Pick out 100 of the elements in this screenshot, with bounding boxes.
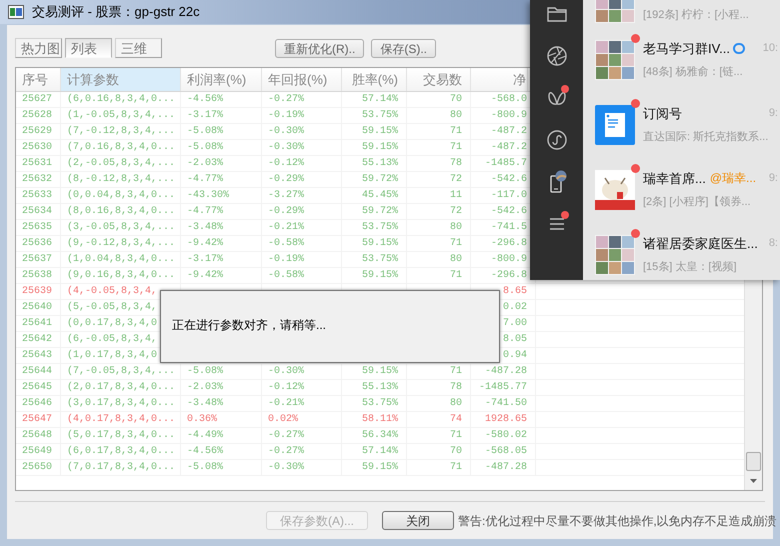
table-cell: (9,-0.12,8,3,4,... — [61, 236, 181, 251]
scroll-thumb[interactable] — [746, 452, 761, 471]
scroll-down-icon[interactable] — [750, 479, 757, 483]
table-cell: (3,-0.05,8,3,4,... — [61, 220, 181, 235]
table-cell: 53.75% — [342, 252, 407, 267]
table-cell: 71 — [407, 364, 471, 379]
table-cell: -0.12% — [262, 156, 342, 171]
view-tab[interactable]: 三维 — [115, 38, 162, 58]
table-cell: (1,0.04,8,3,4,0... — [61, 252, 181, 267]
column-header[interactable]: 交易数 — [407, 68, 471, 91]
column-header[interactable]: 胜率(%) — [342, 68, 407, 91]
window-title: 交易测评 - 股票：gp-gstr 22c — [32, 3, 200, 22]
table-cell: -5.08% — [181, 124, 262, 139]
chat-preview: [2条] [小程序]【领券... — [643, 194, 752, 210]
table-cell: 25637 — [16, 252, 61, 267]
aperture-icon[interactable] — [544, 44, 568, 68]
table-cell: 57.14% — [342, 444, 407, 459]
table-cell: 53.75% — [342, 220, 407, 235]
table-cell: 25641 — [16, 316, 61, 331]
table-cell: 0.36% — [181, 412, 262, 427]
table-cell: 59.15% — [342, 140, 407, 155]
close-button[interactable]: 关闭 — [382, 511, 454, 530]
view-tab[interactable]: 列表 — [65, 38, 112, 58]
column-header[interactable]: 计算参数 — [61, 68, 181, 91]
table-cell: -5.08% — [181, 140, 262, 155]
table-cell: -43.30% — [181, 188, 262, 203]
table-cell: -9.42% — [181, 236, 262, 251]
table-cell: 59.15% — [342, 268, 407, 283]
table-cell: 57.14% — [342, 92, 407, 107]
table-cell: -3.17% — [181, 108, 262, 123]
warning-text: 警告:优化过程中尽量不要做其他操作,以免内存不足造成崩溃 — [458, 512, 777, 530]
table-cell: (6,0.16,8,3,4,0... — [61, 92, 181, 107]
table-cell: -0.27% — [262, 444, 342, 459]
table-cell: 78 — [407, 380, 471, 395]
table-cell: -4.77% — [181, 204, 262, 219]
mention-text: @瑞幸... — [710, 170, 756, 188]
table-cell: (7,-0.05,8,3,4,... — [61, 364, 181, 379]
scrollbar[interactable] — [744, 279, 762, 490]
table-cell: (5,0.17,8,3,4,0... — [61, 428, 181, 443]
table-cell: -0.19% — [262, 108, 342, 123]
table-cell: -2.03% — [181, 156, 262, 171]
table-cell: 71 — [407, 124, 471, 139]
view-tab[interactable]: 热力图 — [15, 38, 62, 58]
table-cell: 74 — [407, 412, 471, 427]
table-cell: -1485.77 — [471, 380, 536, 395]
table-cell: 70 — [407, 92, 471, 107]
table-cell: 45.45% — [342, 188, 407, 203]
table-cell: -5.08% — [181, 364, 262, 379]
table-cell: 71 — [407, 268, 471, 283]
chat-name: 老马学习群IV... — [643, 40, 730, 58]
table-cell: -580.02 — [471, 428, 536, 443]
table-cell: -0.12% — [262, 380, 342, 395]
table-cell: 25650 — [16, 460, 61, 475]
table-cell: (1,-0.05,8,3,4,... — [61, 108, 181, 123]
toolbar-button[interactable]: 重新优化(R).. — [275, 38, 364, 58]
table-cell: (7,0.17,8,3,4,0... — [61, 460, 181, 475]
chat-name: 订阅号 — [643, 104, 682, 122]
table-cell: 80 — [407, 252, 471, 267]
table-cell: 72 — [407, 172, 471, 187]
table-cell: 25645 — [16, 380, 61, 395]
chat-preview: [192条] 柠柠：[小程... — [643, 8, 750, 22]
table-cell: 78 — [407, 156, 471, 171]
table-cell: 25627 — [16, 92, 61, 107]
table-cell: 25642 — [16, 332, 61, 347]
table-cell: -741.50 — [471, 396, 536, 411]
chat-item[interactable]: [192条] 柠柠：[小程... — [583, 0, 780, 27]
table-cell: 11 — [407, 188, 471, 203]
column-header[interactable]: 净 — [471, 68, 528, 91]
table-cell: 80 — [407, 108, 471, 123]
table-cell: 25635 — [16, 220, 61, 235]
table-cell: -0.58% — [262, 268, 342, 283]
mini-program-icon[interactable] — [544, 128, 568, 152]
table-cell: (8,0.16,8,3,4,0... — [61, 204, 181, 219]
table-cell: -3.27% — [262, 188, 342, 203]
table-cell: (8,-0.12,8,3,4,... — [61, 172, 181, 187]
table-cell: (2,-0.05,8,3,4,... — [61, 156, 181, 171]
column-header[interactable]: 年回报(%) — [262, 68, 342, 91]
table-cell: 25628 — [16, 108, 61, 123]
chat-preview: [15条] 太皇：[视频] — [643, 260, 738, 275]
table-cell: -0.30% — [262, 460, 342, 475]
table-cell: 58.11% — [342, 412, 407, 427]
table-cell: 71 — [407, 460, 471, 475]
table-cell: -0.58% — [262, 236, 342, 251]
table-cell: -0.30% — [262, 140, 342, 155]
table-cell: 0.02% — [262, 412, 342, 427]
save-params-button: 保存参数(A)... — [266, 511, 368, 530]
table-cell: (4,0.17,8,3,4,0... — [61, 412, 181, 427]
table-cell: -9.42% — [181, 268, 262, 283]
table-cell: 25629 — [16, 124, 61, 139]
table-cell: 25631 — [16, 156, 61, 171]
table-cell: 25638 — [16, 268, 61, 283]
app-icon — [8, 5, 24, 19]
table-cell: 25649 — [16, 444, 61, 459]
table-cell: 59.15% — [342, 460, 407, 475]
chat-name: 诸翟居委家庭医生... — [643, 234, 758, 252]
table-cell: -0.29% — [262, 204, 342, 219]
table-cell: 59.72% — [342, 172, 407, 187]
toolbar-button[interactable]: 保存(S).. — [371, 38, 436, 58]
table-cell: 59.15% — [342, 364, 407, 379]
column-header[interactable]: 利润率(%) — [181, 68, 262, 91]
